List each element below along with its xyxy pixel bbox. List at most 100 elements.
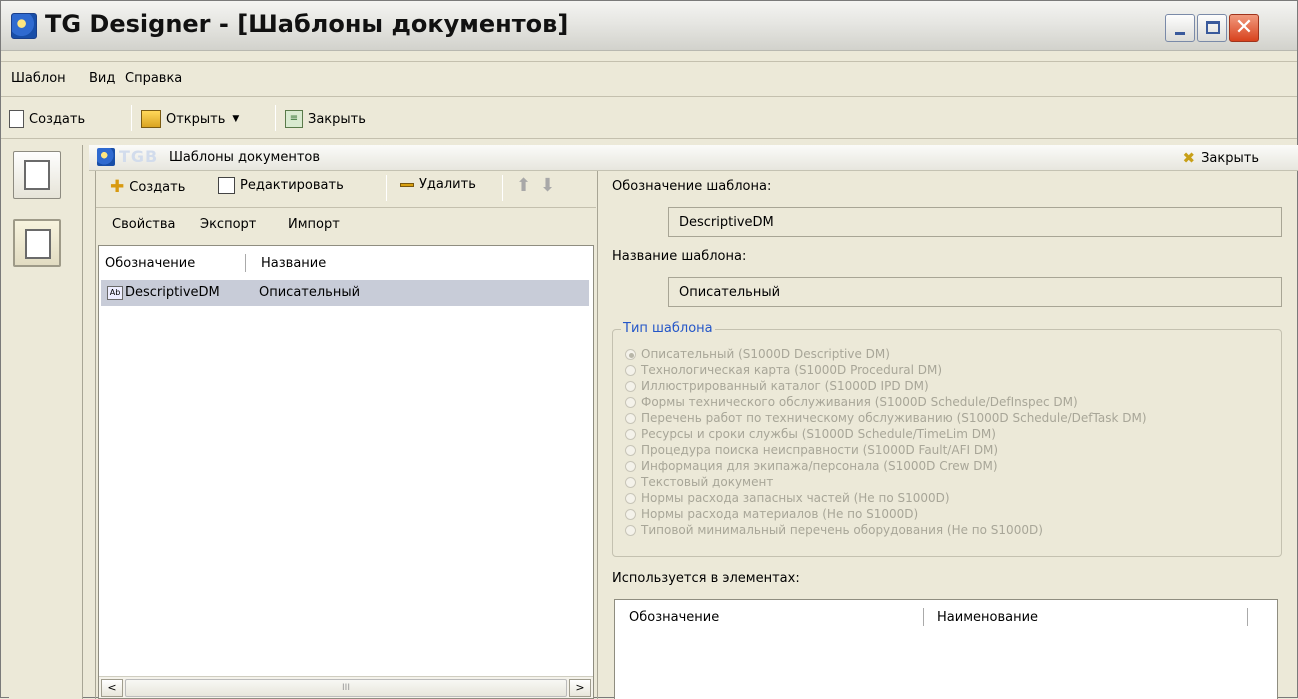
template-type-option[interactable]: Информация для экипажа/персонала (S1000D…	[625, 458, 1147, 474]
column-divider[interactable]	[1247, 608, 1248, 626]
side-button-templates[interactable]	[13, 219, 61, 267]
open-label: Открыть	[166, 111, 226, 127]
template-type-option[interactable]: Текстовый документ	[625, 474, 1147, 490]
panel-close-label: Закрыть	[1201, 150, 1259, 166]
chevron-down-icon[interactable]: ▼	[232, 114, 239, 124]
template-type-option-label: Текстовый документ	[641, 475, 774, 489]
column-header-designation[interactable]: Обозначение	[105, 256, 195, 271]
template-type-option[interactable]: Ресурсы и сроки службы (S1000D Schedule/…	[625, 426, 1147, 442]
divider	[1, 96, 1297, 97]
template-type-option-label: Нормы расхода запасных частей (Не по S10…	[641, 491, 950, 505]
scroll-thumb[interactable]: III	[125, 679, 567, 697]
radio-button[interactable]	[625, 428, 636, 440]
minimize-button[interactable]	[1165, 14, 1195, 42]
template-type-option[interactable]: Нормы расхода запасных частей (Не по S10…	[625, 490, 1147, 506]
template-type-option[interactable]: Перечень работ по техническому обслужива…	[625, 410, 1147, 426]
radio-button[interactable]	[625, 380, 636, 392]
designation-field[interactable]: DescriptiveDM	[668, 207, 1282, 237]
toolbar-separator	[131, 105, 132, 131]
pencil-icon	[24, 160, 50, 190]
edit-template-label: Редактировать	[240, 178, 344, 193]
template-type-option-label: Описательный (S1000D Descriptive DM)	[641, 347, 890, 361]
delete-template-button[interactable]: Удалить	[400, 177, 476, 192]
tgb-logo-icon	[97, 148, 115, 166]
used-in-label: Используется в элементах:	[612, 571, 800, 586]
radio-button[interactable]	[625, 476, 636, 488]
properties-button[interactable]: Свойства	[112, 217, 176, 232]
menu-template[interactable]: Шаблон	[11, 71, 66, 86]
close-icon: ✖	[1182, 149, 1196, 167]
template-type-option[interactable]: Нормы расхода материалов (Не по S1000D)	[625, 506, 1147, 522]
name-field[interactable]: Описательный	[668, 277, 1282, 307]
export-button[interactable]: Экспорт	[200, 217, 256, 232]
template-type-option[interactable]: Формы технического обслуживания (S1000D …	[625, 394, 1147, 410]
template-type-option-label: Процедура поиска неисправности (S1000D F…	[641, 443, 999, 457]
minimize-icon	[1175, 32, 1185, 35]
divider	[1, 61, 1297, 62]
template-icon	[25, 229, 51, 259]
menu-view[interactable]: Вид	[89, 71, 115, 86]
edit-icon	[218, 177, 235, 194]
side-button-editor[interactable]	[13, 151, 61, 199]
open-folder-icon	[141, 110, 161, 128]
template-type-option[interactable]: Типовой минимальный перечень оборудовани…	[625, 522, 1147, 538]
radio-button[interactable]	[625, 396, 636, 408]
used-in-table: Обозначение Наименование	[614, 599, 1278, 699]
main-toolbar: Создать Открыть ▼ ≡ Закрыть	[1, 99, 1297, 137]
column-divider[interactable]	[923, 608, 924, 626]
radio-button[interactable]	[625, 348, 636, 360]
close-window-button[interactable]: ✕	[1229, 14, 1259, 42]
table-row[interactable]: Ab DescriptiveDM Описательный	[101, 280, 589, 306]
title-bar[interactable]: TG Designer - [Шаблоны документов] ✕	[1, 1, 1297, 51]
side-navigation	[9, 145, 83, 699]
scroll-left-button[interactable]: <	[101, 679, 123, 697]
create-template-button[interactable]: ✚ Создать	[110, 177, 185, 197]
radio-button[interactable]	[625, 444, 636, 456]
template-type-option-label: Нормы расхода материалов (Не по S1000D)	[641, 507, 919, 521]
radio-button[interactable]	[625, 524, 636, 536]
template-type-radio-list: Описательный (S1000D Descriptive DM) Техн…	[625, 346, 1147, 538]
radio-button[interactable]	[625, 492, 636, 504]
column-divider[interactable]	[245, 254, 246, 272]
template-file-icon: Ab	[107, 286, 123, 300]
close-button[interactable]: ≡ Закрыть	[285, 108, 366, 130]
open-button[interactable]: Открыть ▼	[141, 108, 239, 130]
edit-template-button[interactable]: Редактировать	[218, 177, 344, 194]
template-type-option-label: Формы технического обслуживания (S1000D …	[641, 395, 1078, 409]
import-button[interactable]: Импорт	[288, 217, 340, 232]
column-header-title[interactable]: Наименование	[937, 610, 1038, 625]
radio-button[interactable]	[625, 412, 636, 424]
panel-title: Шаблоны документов	[169, 150, 321, 165]
create-template-label: Создать	[129, 179, 186, 195]
horizontal-scrollbar[interactable]: < III >	[99, 676, 593, 698]
designation-label: Обозначение шаблона:	[612, 179, 772, 194]
table-header: Обозначение Название	[99, 246, 593, 280]
scroll-right-button[interactable]: >	[569, 679, 591, 697]
menu-bar: Шаблон Вид Справка	[1, 66, 1297, 92]
panel-close-button[interactable]: ✖ Закрыть	[1183, 149, 1259, 167]
create-button[interactable]: Создать	[9, 108, 85, 130]
arrow-up-icon[interactable]: ⬆	[516, 175, 531, 196]
template-type-option[interactable]: Иллюстрированный каталог (S1000D IPD DM)	[625, 378, 1147, 394]
column-header-name[interactable]: Название	[261, 256, 326, 271]
panel-header: TGB Шаблоны документов ✖ Закрыть	[89, 145, 1298, 171]
column-header-designation[interactable]: Обозначение	[629, 610, 719, 625]
radio-button[interactable]	[625, 364, 636, 376]
radio-button[interactable]	[625, 508, 636, 520]
template-type-option-label: Типовой минимальный перечень оборудовани…	[641, 523, 1043, 537]
menu-help[interactable]: Справка	[125, 71, 182, 86]
arrow-down-icon[interactable]: ⬇	[540, 175, 555, 196]
close-icon: ✕	[1234, 15, 1254, 40]
templates-table: Обозначение Название Ab DescriptiveDM Оп…	[98, 245, 594, 699]
template-type-option[interactable]: Процедура поиска неисправности (S1000D F…	[625, 442, 1147, 458]
close-document-icon: ≡	[285, 110, 303, 128]
template-type-option[interactable]: Технологическая карта (S1000D Procedural…	[625, 362, 1147, 378]
maximize-button[interactable]	[1197, 14, 1227, 42]
tgb-logo-text: TGB	[119, 147, 159, 166]
row-designation: DescriptiveDM	[125, 285, 220, 300]
template-type-option[interactable]: Описательный (S1000D Descriptive DM)	[625, 346, 1147, 362]
divider	[1, 138, 1297, 139]
radio-button[interactable]	[625, 460, 636, 472]
template-type-option-label: Ресурсы и сроки службы (S1000D Schedule/…	[641, 427, 996, 441]
delete-template-label: Удалить	[419, 177, 476, 192]
